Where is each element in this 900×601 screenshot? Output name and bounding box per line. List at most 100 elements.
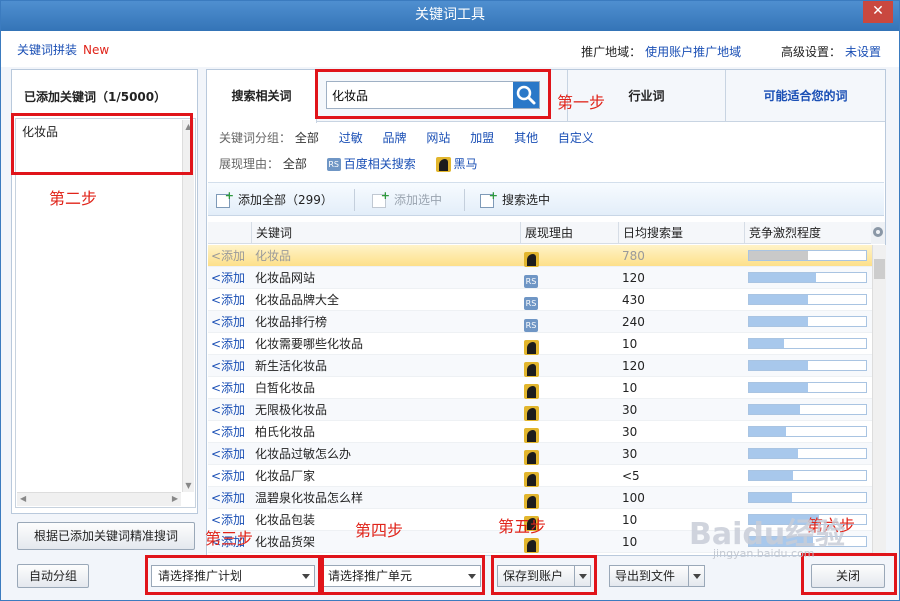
row-add-link[interactable]: <添加 <box>211 465 245 487</box>
scroll-down-arrow-icon[interactable]: ▼ <box>183 481 194 490</box>
unit-select[interactable]: 请选择推广单元 <box>321 565 481 587</box>
tab-suggested-words[interactable]: 可能适合您的词 <box>725 70 885 122</box>
region-link[interactable]: 使用账户推广地域 <box>645 45 741 59</box>
col-competition-header[interactable]: 竞争激烈程度 <box>744 222 872 244</box>
table-row[interactable]: <添加 化妆品厂家 <5 <box>208 465 872 487</box>
row-add-link[interactable]: <添加 <box>211 443 245 465</box>
add-selected-button[interactable]: 添加选中 <box>372 179 442 217</box>
row-add-link[interactable]: <添加 <box>211 311 245 333</box>
table-row[interactable]: <添加 无限极化妆品 30 <box>208 399 872 421</box>
table-row[interactable]: <添加 化妆品网站 RS 120 <box>208 267 872 289</box>
search-input[interactable] <box>327 82 513 108</box>
toolbar-separator <box>354 189 355 211</box>
row-search-volume: 240 <box>622 315 645 329</box>
row-search-volume: 10 <box>622 337 638 351</box>
table-row[interactable]: <添加 化妆品排行榜 RS 240 <box>208 311 872 333</box>
group-filter-franchise[interactable]: 加盟 <box>470 131 494 145</box>
row-add-link[interactable]: <添加 <box>211 289 245 311</box>
annotation-step-3: 第三步 <box>205 529 254 548</box>
annotation-step-2: 第二步 <box>49 189 98 208</box>
table-row[interactable]: <添加 柏氏化妆品 30 <box>208 421 872 443</box>
competition-bar-fill <box>749 273 816 282</box>
row-search-volume: 10 <box>622 513 638 527</box>
save-dropdown-icon[interactable] <box>574 566 590 586</box>
table-row[interactable]: <添加 化妆品过敏怎么办 30 <box>208 443 872 465</box>
row-search-volume: 10 <box>622 535 638 549</box>
row-competition-bar <box>748 272 867 283</box>
row-add-link[interactable]: <添加 <box>211 333 245 355</box>
rs-icon: RS <box>524 297 538 310</box>
filter-area: 关键词分组： 全部 过敏 品牌 网站 加盟 其他 自定义 展现理由： 全部 RS… <box>219 128 869 180</box>
table-scrollbar-thumb[interactable] <box>874 259 885 279</box>
row-search-volume: 100 <box>622 491 645 505</box>
list-horizontal-scrollbar[interactable]: ◀ ▶ <box>17 492 181 506</box>
column-settings-gear-icon[interactable] <box>871 222 885 244</box>
row-keyword: 温碧泉化妆品怎么样 <box>255 491 364 505</box>
scroll-left-arrow-icon[interactable]: ◀ <box>20 494 26 503</box>
row-add-link[interactable]: <添加 <box>211 487 245 509</box>
search-button[interactable] <box>513 82 539 108</box>
scroll-up-arrow-icon[interactable]: ▲ <box>183 122 194 131</box>
table-row[interactable]: <添加 化妆品品牌大全 RS 430 <box>208 289 872 311</box>
advanced-settings-link[interactable]: 未设置 <box>845 45 881 59</box>
scroll-right-arrow-icon[interactable]: ▶ <box>172 494 178 503</box>
export-dropdown-icon[interactable] <box>688 566 704 586</box>
search-selected-button[interactable]: 搜索选中 <box>480 179 550 217</box>
row-add-link[interactable]: <添加 <box>211 267 245 289</box>
row-add-link[interactable]: <添加 <box>211 421 245 443</box>
dark-horse-icon <box>524 494 539 509</box>
row-add-link[interactable]: <添加 <box>211 399 245 421</box>
row-add-link[interactable]: <添加 <box>211 377 245 399</box>
table-row[interactable]: <添加 温碧泉化妆品怎么样 100 <box>208 487 872 509</box>
precise-search-button[interactable]: 根据已添加关键词精准搜词 <box>17 522 195 550</box>
reason-filter-horse[interactable]: 黑马 <box>435 157 478 172</box>
table-row[interactable]: <添加 新生活化妆品 120 <box>208 355 872 377</box>
close-button[interactable]: 关闭 <box>811 564 885 588</box>
group-filter-custom[interactable]: 自定义 <box>558 131 594 145</box>
reason-filter-row: 展现理由： 全部 RS 百度相关搜索 黑马 <box>219 154 869 180</box>
col-reason-header[interactable]: 展现理由 <box>520 222 620 244</box>
row-competition-bar <box>748 316 867 327</box>
table-scrollbar[interactable] <box>872 245 886 555</box>
group-filter-label: 关键词分组： <box>219 131 292 145</box>
row-add-link[interactable]: <添加 <box>211 355 245 377</box>
chevron-down-icon <box>302 574 310 579</box>
table-row[interactable]: <添加 白皙化妆品 10 <box>208 377 872 399</box>
window-close-button[interactable]: ✕ <box>863 1 893 23</box>
search-selected-icon <box>480 179 498 213</box>
competition-bar-fill <box>749 295 808 304</box>
keyword-results-table: 关键词 展现理由 日均搜索量 竞争激烈程度 <添加 化妆品 780 <添加 化妆品网站 R… <box>208 222 886 555</box>
keyword-assembly-link[interactable]: 关键词拼装 <box>17 43 77 57</box>
reason-filter-baidu[interactable]: RS 百度相关搜索 <box>326 157 416 171</box>
row-competition-bar <box>748 294 867 305</box>
row-add-link[interactable]: <添加 <box>211 245 245 267</box>
competition-bar-fill <box>749 317 808 326</box>
col-keyword-header[interactable]: 关键词 <box>251 222 521 244</box>
dark-horse-icon <box>524 340 539 355</box>
table-row[interactable]: <添加 化妆品 780 <box>208 245 872 267</box>
added-keywords-list[interactable]: 化妆品 ▲ ▼ ◀ ▶ <box>15 118 196 508</box>
export-to-file-button[interactable]: 导出到文件 <box>609 565 705 587</box>
group-filter-brand[interactable]: 品牌 <box>383 131 407 145</box>
plan-select[interactable]: 请选择推广计划 <box>151 565 315 587</box>
list-vertical-scrollbar[interactable]: ▲ ▼ <box>182 120 194 492</box>
row-keyword: 无限极化妆品 <box>255 403 328 417</box>
row-competition-bar <box>748 382 867 393</box>
added-keyword-item[interactable]: 化妆品 <box>22 123 58 140</box>
add-all-button[interactable]: 添加全部（299） <box>216 179 333 217</box>
dark-horse-icon <box>524 472 539 487</box>
reason-filter-all[interactable]: 全部 <box>283 157 307 171</box>
tab-related-words[interactable]: 搜索相关词 <box>207 70 317 123</box>
group-filter-website[interactable]: 网站 <box>426 131 450 145</box>
competition-bar-fill <box>749 427 787 436</box>
row-search-volume: 780 <box>622 249 645 263</box>
save-to-account-button[interactable]: 保存到账户 <box>497 565 591 587</box>
group-filter-all[interactable]: 全部 <box>295 131 319 145</box>
auto-group-button[interactable]: 自动分组 <box>17 564 89 588</box>
annotation-step-5: 第五步 <box>498 517 547 536</box>
table-row[interactable]: <添加 化妆需要哪些化妆品 10 <box>208 333 872 355</box>
group-filter-other[interactable]: 其他 <box>514 131 538 145</box>
rs-icon: RS <box>524 275 538 288</box>
col-volume-header[interactable]: 日均搜索量 <box>618 222 744 244</box>
group-filter-allergy[interactable]: 过敏 <box>339 131 363 145</box>
